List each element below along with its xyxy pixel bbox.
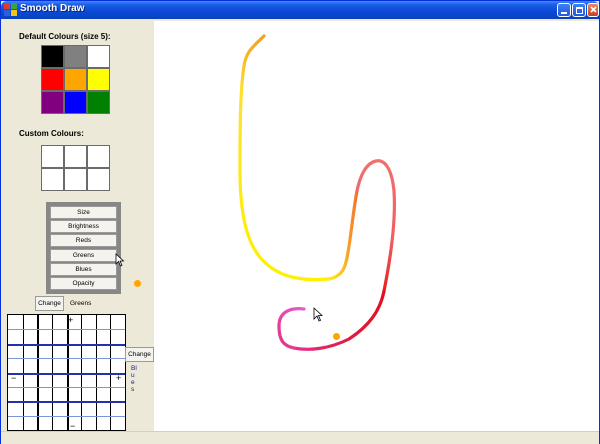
channel-selector: Size Brightness Reds Greens Blues Opacity (46, 202, 121, 294)
minus-marker-bottom: − (70, 421, 76, 431)
status-bar (1, 431, 599, 444)
custom-colour-swatch[interactable] (87, 145, 110, 168)
drawing-strokes (238, 34, 396, 351)
plus-marker-top: + (68, 315, 74, 325)
matrix-gridline (8, 372, 125, 375)
app-window: Smooth Draw Default Colours (size 5): Cu… (0, 0, 600, 444)
mouse-cursor-icon (115, 253, 125, 267)
close-icon (590, 6, 597, 13)
custom-colour-swatch[interactable] (64, 145, 87, 168)
default-colour-swatch[interactable] (41, 45, 64, 68)
minus-marker-left: − (11, 373, 17, 383)
matrix-gridline (8, 386, 125, 388)
default-colour-swatch[interactable] (87, 68, 110, 91)
custom-colour-palette (41, 145, 110, 191)
maximize-icon (576, 7, 583, 14)
channel-button-size[interactable]: Size (50, 206, 117, 219)
plus-marker-right: + (116, 373, 122, 383)
change-x-button[interactable]: Change (35, 296, 64, 311)
channel-button-opacity[interactable]: Opacity (50, 277, 117, 290)
matrix-gridline (8, 329, 125, 331)
default-colour-swatch[interactable] (87, 91, 110, 114)
default-colour-swatch[interactable] (64, 91, 87, 114)
matrix-gridline (8, 415, 125, 417)
brush-position-dot (333, 333, 340, 340)
matrix-gridline (8, 343, 125, 346)
channel-button-greens[interactable]: Greens (50, 249, 117, 262)
custom-colours-heading: Custom Colours: (19, 129, 84, 138)
default-colour-swatch[interactable] (41, 91, 64, 114)
custom-colour-swatch[interactable] (87, 168, 110, 191)
matrix-gridline (8, 401, 125, 404)
channel-button-reds[interactable]: Reds (50, 234, 117, 247)
default-colour-swatch[interactable] (64, 68, 87, 91)
maximize-button[interactable] (572, 3, 586, 17)
matrix-gridline (8, 358, 125, 360)
change-y-button[interactable]: Change (125, 347, 154, 362)
window-title: Smooth Draw (20, 3, 85, 14)
minimize-button[interactable] (557, 3, 571, 17)
title-bar[interactable]: Smooth Draw (1, 1, 599, 19)
app-icon (4, 3, 17, 16)
canvas-cursor-icon (313, 307, 324, 322)
colour-matrix[interactable]: + − + − (7, 314, 126, 431)
default-colour-palette (41, 45, 110, 114)
channel-button-brightness[interactable]: Brightness (50, 220, 117, 233)
default-colours-heading: Default Colours (size 5): (19, 32, 111, 41)
x-channel-label: Greens (70, 300, 92, 307)
y-channel-label: Blues (131, 365, 137, 393)
minimize-icon (561, 12, 567, 14)
default-colour-swatch[interactable] (41, 68, 64, 91)
default-colour-swatch[interactable] (87, 45, 110, 68)
custom-colour-swatch[interactable] (41, 145, 64, 168)
custom-colour-swatch[interactable] (41, 168, 64, 191)
custom-colour-swatch[interactable] (64, 168, 87, 191)
close-button[interactable] (587, 3, 599, 17)
colour-indicator-dot (134, 280, 141, 287)
channel-button-blues[interactable]: Blues (50, 263, 117, 276)
drawing-canvas[interactable] (154, 21, 599, 431)
default-colour-swatch[interactable] (64, 45, 87, 68)
